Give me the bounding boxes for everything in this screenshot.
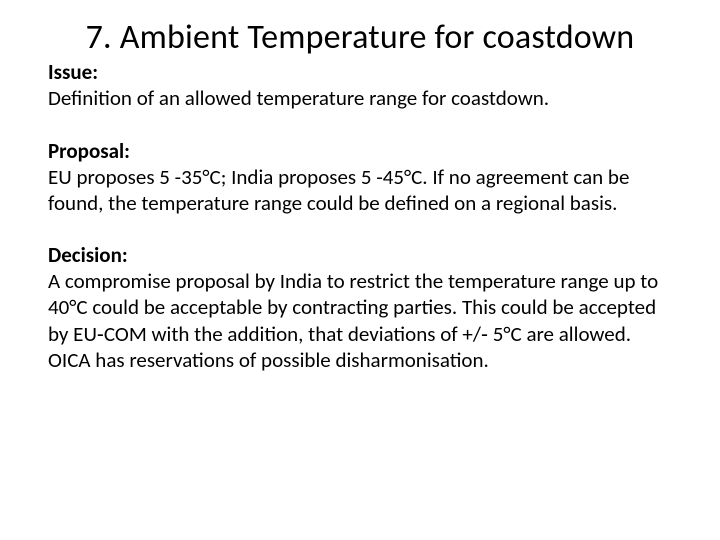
issue-section: Issue: Definition of an allowed temperat…: [48, 59, 672, 112]
proposal-section: Proposal: EU proposes 5 -35°C; India pro…: [48, 138, 672, 217]
proposal-text: EU proposes 5 -35°C; India proposes 5 -4…: [48, 164, 672, 217]
decision-text: A compromise proposal by India to restri…: [48, 268, 672, 373]
issue-text: Definition of an allowed temperature ran…: [48, 85, 672, 111]
issue-label: Issue:: [48, 59, 98, 85]
proposal-label: Proposal:: [48, 138, 130, 164]
decision-label: Decision:: [48, 242, 128, 268]
slide-title: 7. Ambient Temperature for coastdown: [48, 18, 672, 57]
decision-section: Decision: A compromise proposal by India…: [48, 242, 672, 373]
